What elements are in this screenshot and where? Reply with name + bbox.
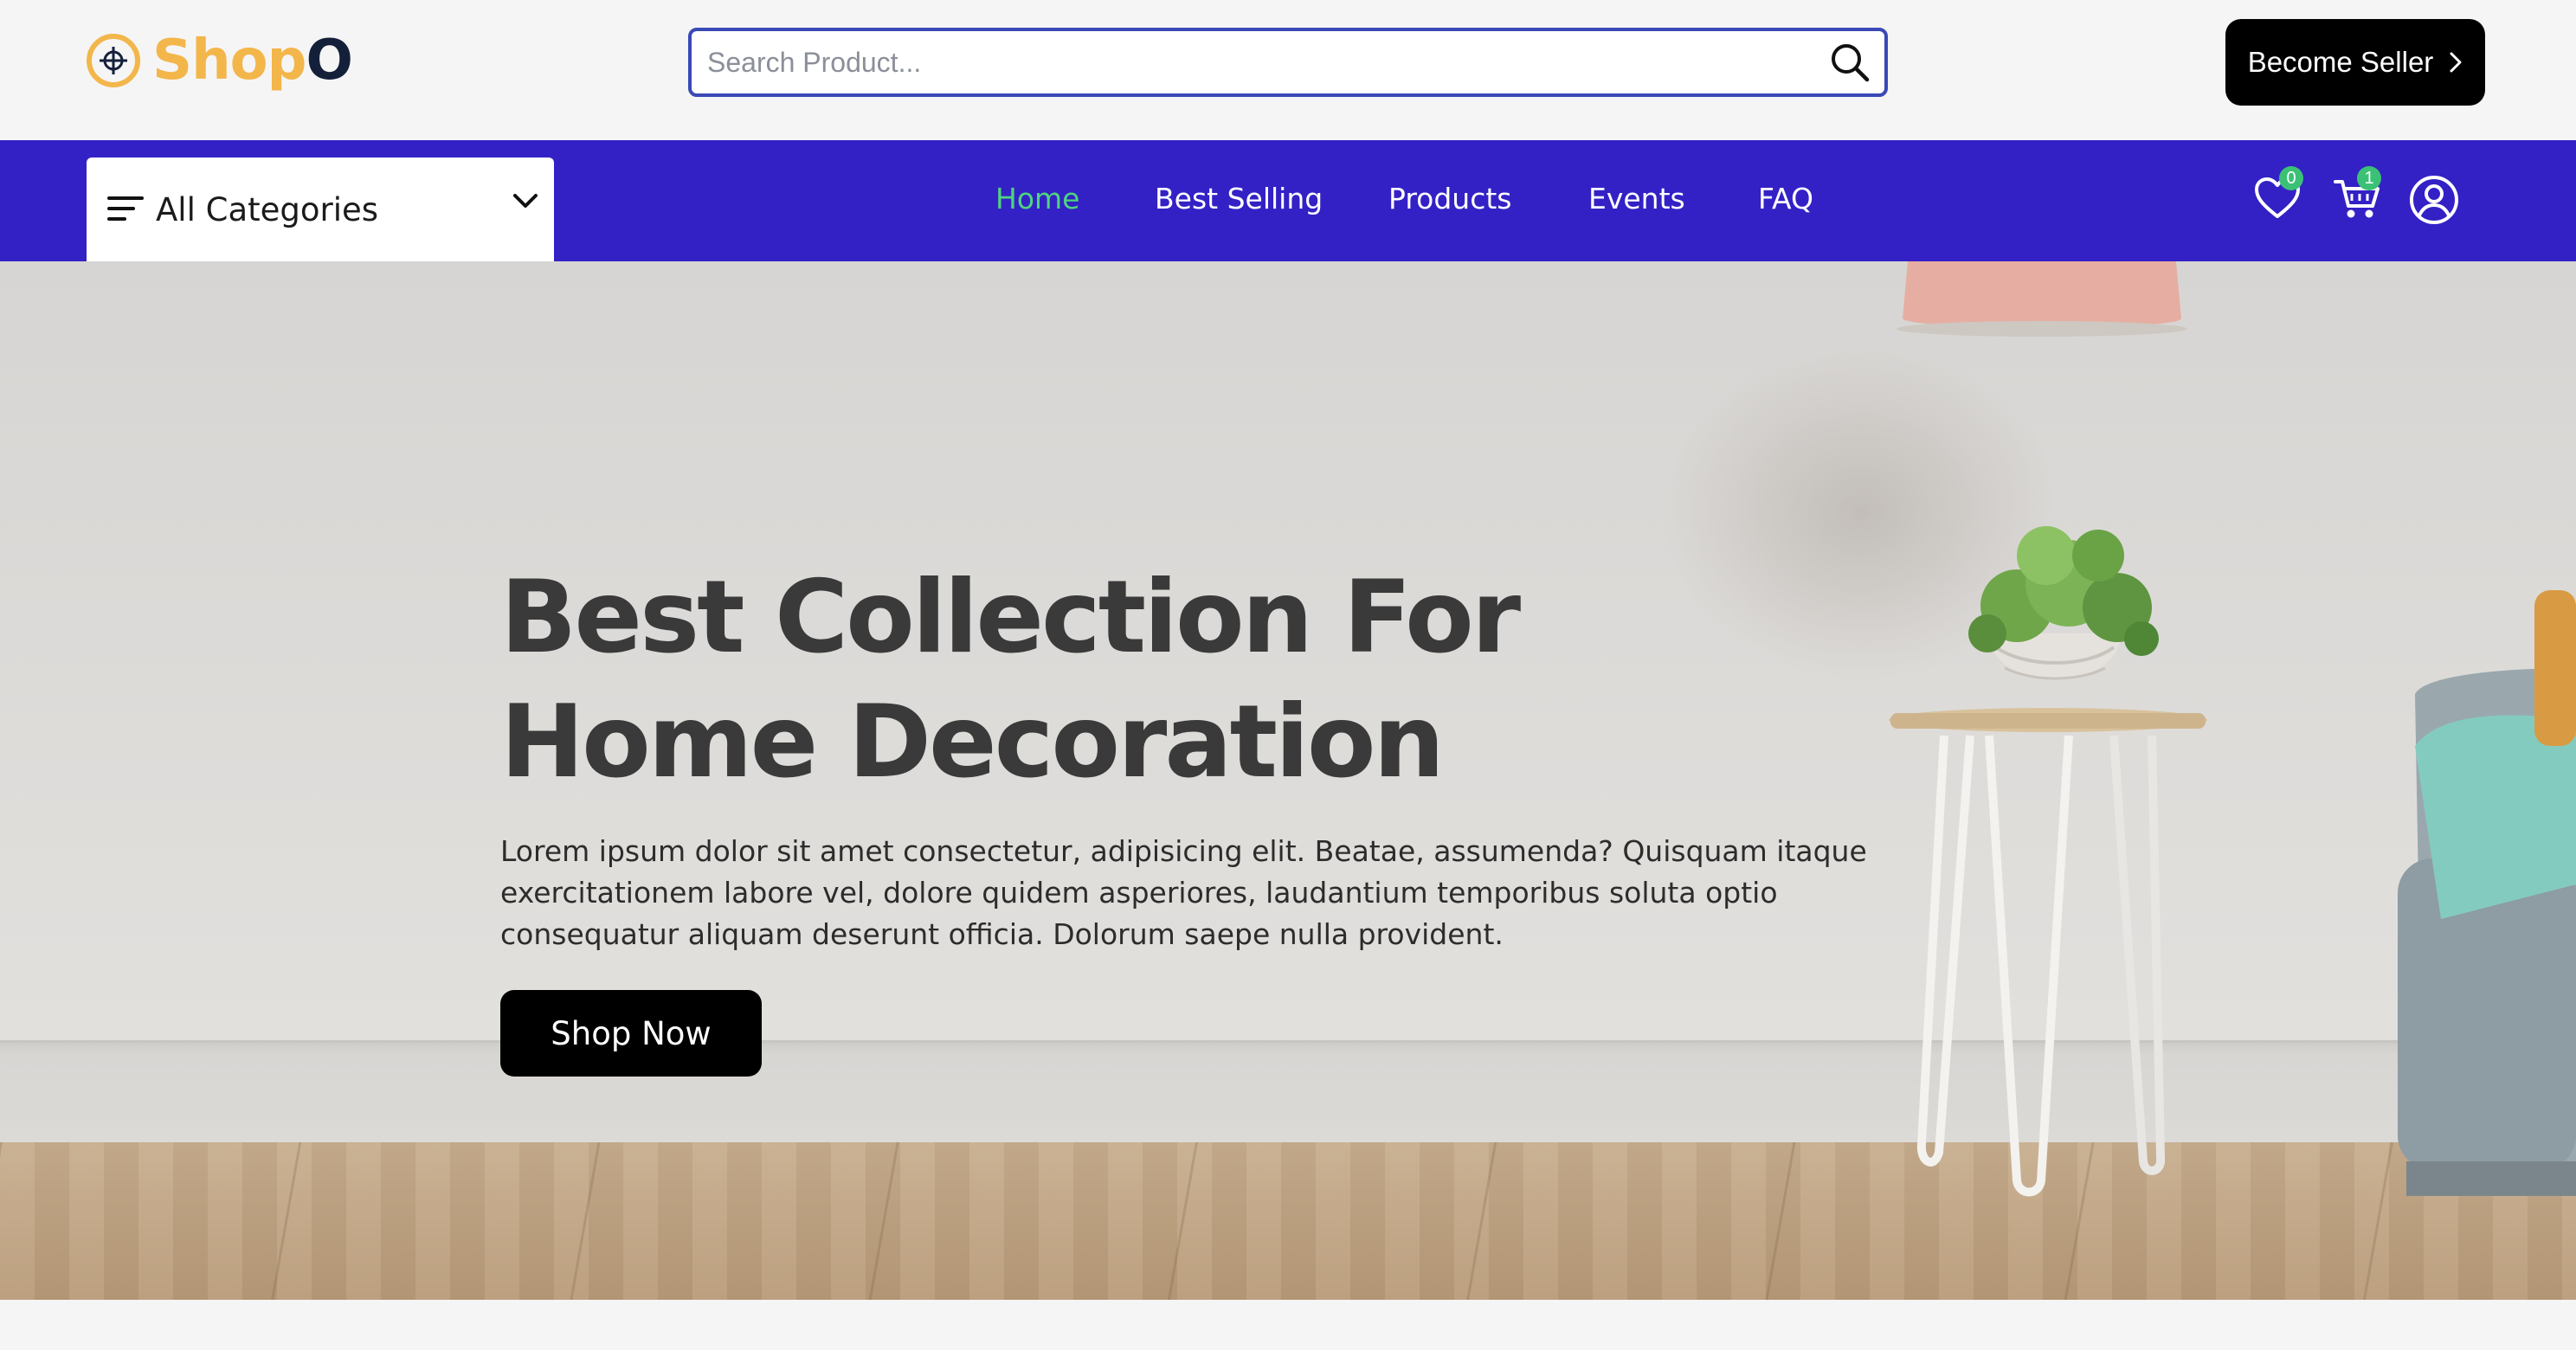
search-button[interactable] — [1815, 31, 1884, 93]
furniture-illustration — [1889, 261, 2576, 1197]
brand-name-o: O — [306, 29, 352, 93]
brand-name-shop: Shop — [152, 29, 306, 93]
hero-banner: Best Collection For Home Decoration Lore… — [0, 261, 2576, 1300]
nav-links: Home Best Selling Products Events FAQ — [0, 140, 2576, 261]
main-navbar: All Categories Home Best Selling Product… — [0, 140, 2576, 261]
become-seller-label: Become Seller — [2247, 46, 2434, 78]
top-header: ShopO Become Seller — [0, 0, 2576, 140]
shop-now-button[interactable]: Shop Now — [500, 990, 762, 1077]
search-icon — [1832, 44, 1870, 82]
target-logo-icon — [87, 34, 140, 87]
brand-logo[interactable]: ShopO — [85, 26, 353, 95]
page-bottom-strip — [0, 1300, 2576, 1350]
user-circle-icon — [2410, 176, 2458, 224]
nav-link-best-selling[interactable]: Best Selling — [1155, 182, 1323, 215]
search-box — [688, 28, 1888, 97]
hero-title: Best Collection For Home Decoration — [500, 556, 1539, 805]
hero-title-line-1: Best Collection For — [500, 559, 1521, 676]
chevron-right-icon — [2450, 52, 2462, 73]
hero-title-line-2: Home Decoration — [500, 684, 1445, 800]
hero-description: Lorem ipsum dolor sit amet consectetur, … — [500, 834, 1867, 951]
nav-link-products[interactable]: Products — [1388, 182, 1512, 215]
nav-link-faq[interactable]: FAQ — [1758, 182, 1813, 215]
brand-name: ShopO — [152, 33, 353, 88]
nav-link-events[interactable]: Events — [1588, 182, 1685, 215]
cart-count-badge: 1 — [2357, 166, 2381, 190]
wishlist-count-badge: 0 — [2279, 166, 2303, 190]
nav-link-home[interactable]: Home — [995, 182, 1079, 215]
search-input[interactable] — [692, 31, 1815, 93]
cart-button[interactable]: 1 — [2333, 166, 2381, 228]
profile-button[interactable] — [2409, 175, 2459, 229]
become-seller-button[interactable]: Become Seller — [2225, 19, 2485, 106]
wishlist-button[interactable]: 0 — [2253, 166, 2303, 228]
